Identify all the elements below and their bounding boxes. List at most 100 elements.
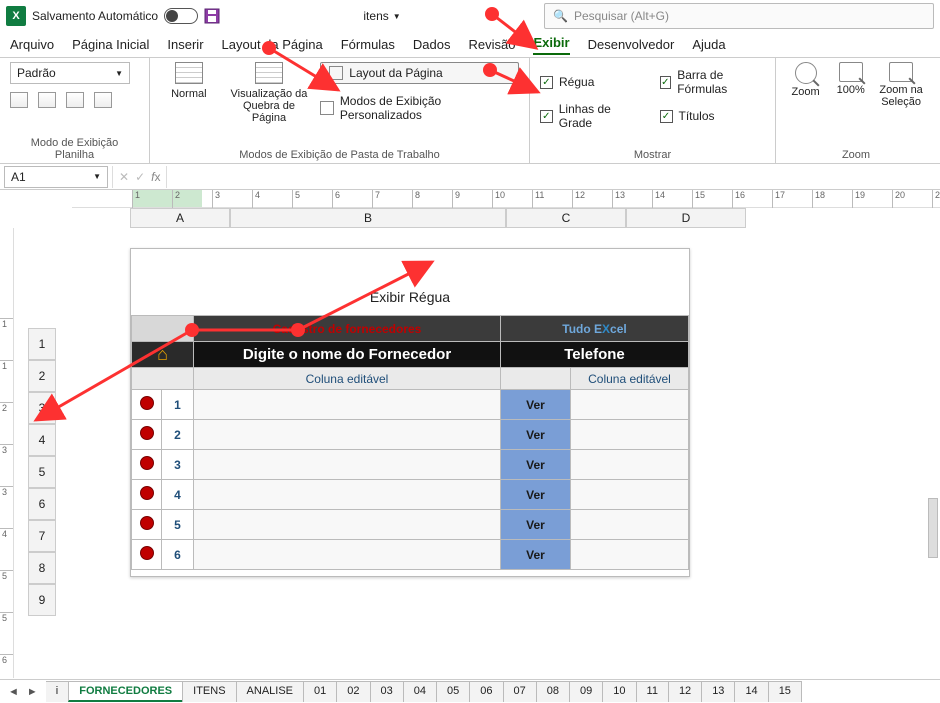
vertical-ruler: 112334556 (0, 228, 14, 678)
telefone-input[interactable] (571, 540, 689, 570)
fornecedor-input[interactable] (194, 480, 501, 510)
fornecedor-input[interactable] (194, 510, 501, 540)
sheet-tab[interactable]: 06 (469, 681, 503, 702)
sheet-tab[interactable]: 03 (370, 681, 404, 702)
search-icon: 🔍 (553, 9, 568, 23)
ver-button[interactable]: Ver (501, 390, 571, 420)
new-icon[interactable] (66, 92, 84, 108)
tab-inserir[interactable]: Inserir (167, 37, 203, 55)
ver-button[interactable]: Ver (501, 480, 571, 510)
tab-exibir[interactable]: Exibir (533, 35, 569, 55)
sheet-tab[interactable]: 02 (336, 681, 370, 702)
row-header[interactable]: 9 (28, 584, 56, 616)
checkbox-linhas-grade[interactable]: ✓Linhas de Grade (540, 102, 646, 130)
tab-revisao[interactable]: Revisão (469, 37, 516, 55)
page-preview: Exibir Régua Cadastro de fornecedores Tu… (130, 248, 690, 577)
page-break-button[interactable]: Visualização da Quebra de Página (228, 62, 311, 124)
document-title: itens (363, 9, 388, 23)
header-digite: Digite o nome do Fornecedor (194, 342, 501, 368)
vertical-scrollbar[interactable] (928, 498, 938, 558)
sheet-tab[interactable]: 11 (636, 681, 669, 702)
column-header-c[interactable]: C (506, 208, 626, 228)
sheet-tab[interactable]: 08 (536, 681, 570, 702)
sheet-tab-active[interactable]: FORNECEDORES (68, 681, 183, 702)
row-header[interactable]: 2 (28, 360, 56, 392)
sheet-tab[interactable]: 12 (668, 681, 702, 702)
sheet-tab[interactable]: 13 (701, 681, 735, 702)
title-dropdown-icon[interactable]: ▼ (393, 12, 401, 21)
fornecedor-input[interactable] (194, 390, 501, 420)
ruler-tick: 18 (812, 190, 825, 208)
telefone-input[interactable] (571, 450, 689, 480)
tab-formulas[interactable]: Fórmulas (341, 37, 395, 55)
sheet-tab[interactable]: 07 (503, 681, 537, 702)
tab-layout-pagina[interactable]: Layout da Página (222, 37, 323, 55)
ver-button[interactable]: Ver (501, 540, 571, 570)
row-header[interactable]: 8 (28, 552, 56, 584)
fornecedor-input[interactable] (194, 420, 501, 450)
search-input[interactable]: 🔍 Pesquisar (Alt+G) (544, 3, 934, 29)
telefone-input[interactable] (571, 510, 689, 540)
zoom-button[interactable]: Zoom (786, 62, 825, 98)
options-icon[interactable] (94, 92, 112, 108)
custom-views-button[interactable]: Modos de Exibição Personalizados (320, 94, 519, 122)
row-header[interactable]: 3 (28, 392, 56, 424)
ver-button[interactable]: Ver (501, 450, 571, 480)
sheet-tab[interactable]: ANALISE (236, 681, 304, 702)
ruler-tick: 20 (892, 190, 905, 208)
row-indicator (132, 510, 162, 540)
zoom-100-button[interactable]: 100% (831, 62, 870, 96)
row-header[interactable]: 6 (28, 488, 56, 520)
checkbox-titulos[interactable]: ✓Títulos (660, 102, 766, 130)
home-cell[interactable]: ⌂ (132, 342, 194, 368)
sheet-tab[interactable]: 15 (768, 681, 802, 702)
telefone-input[interactable] (571, 480, 689, 510)
fornecedor-input[interactable] (194, 540, 501, 570)
tab-dados[interactable]: Dados (413, 37, 451, 55)
tab-desenvolvedor[interactable]: Desenvolvedor (588, 37, 675, 55)
sheet-tab[interactable]: 04 (403, 681, 437, 702)
save-icon[interactable] (204, 8, 220, 24)
sheet-tab[interactable]: 09 (569, 681, 603, 702)
tab-pagina-inicial[interactable]: Página Inicial (72, 37, 149, 55)
ver-button[interactable]: Ver (501, 420, 571, 450)
row-header[interactable]: 4 (28, 424, 56, 456)
checkbox-barra-formulas[interactable]: ✓Barra de Fórmulas (660, 68, 766, 96)
tab-arquivo[interactable]: Arquivo (10, 37, 54, 55)
normal-button[interactable]: Normal (160, 62, 218, 100)
column-header-a[interactable]: A (130, 208, 230, 228)
ruler-tick: 16 (732, 190, 745, 208)
autosave-toggle[interactable] (164, 8, 198, 24)
sheet-tab[interactable]: 10 (602, 681, 636, 702)
tab-ajuda[interactable]: Ajuda (692, 37, 725, 55)
column-header-d[interactable]: D (626, 208, 746, 228)
row-header[interactable]: 7 (28, 520, 56, 552)
fx-icon[interactable]: fx (151, 170, 160, 184)
cancel-formula-icon[interactable]: ✕ (119, 170, 129, 184)
sheet-tab[interactable]: ITENS (182, 681, 236, 702)
keep-icon[interactable] (10, 92, 28, 108)
name-box[interactable]: A1 ▼ (4, 166, 108, 188)
exit-icon[interactable] (38, 92, 56, 108)
row-header[interactable]: 1 (28, 328, 56, 360)
telefone-input[interactable] (571, 390, 689, 420)
accept-formula-icon[interactable]: ✓ (135, 170, 145, 184)
ver-button[interactable]: Ver (501, 510, 571, 540)
sheet-tab[interactable]: 14 (734, 681, 768, 702)
fornecedor-input[interactable] (194, 450, 501, 480)
group-title-mostrar: Mostrar (540, 149, 765, 161)
zoom-selection-button[interactable]: Zoom na Seleção (876, 62, 926, 108)
telefone-input[interactable] (571, 420, 689, 450)
sheet-tab[interactable]: 05 (436, 681, 470, 702)
column-header-b[interactable]: B (230, 208, 506, 228)
sheet-nav-prev-icon[interactable]: ◄ (8, 686, 19, 698)
formula-input[interactable] (167, 166, 940, 188)
row-indicator (132, 540, 162, 570)
view-mode-dropdown[interactable]: Padrão ▼ (10, 62, 130, 84)
row-header[interactable]: 5 (28, 456, 56, 488)
checkbox-regua[interactable]: ✓Régua (540, 68, 646, 96)
sheet-nav-next-icon[interactable]: ► (27, 686, 38, 698)
sheet-tab[interactable]: i (46, 681, 69, 702)
layout-pagina-button[interactable]: Layout da Página (320, 62, 519, 84)
sheet-tab[interactable]: 01 (303, 681, 337, 702)
